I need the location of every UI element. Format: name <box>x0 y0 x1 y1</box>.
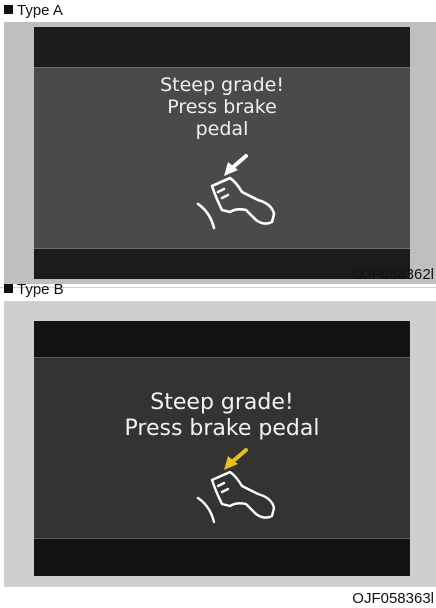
type-b-message: Steep grade! Press brake pedal <box>34 390 410 442</box>
type-a-figure-code: OJF058362l <box>352 266 434 283</box>
type-a-frame: Steep grade! Press brake pedal <box>4 22 436 284</box>
type-b-frame: Steep grade! Press brake pedal <box>4 301 436 587</box>
down-left-arrow-icon <box>224 448 248 470</box>
type-a-label: Type A <box>4 2 63 20</box>
message-line: pedal <box>195 118 249 140</box>
type-b-display: Steep grade! Press brake pedal <box>34 321 410 576</box>
type-b-label: Type B <box>4 281 64 299</box>
brake-pedal-foot-icon <box>196 154 276 230</box>
type-a-display: Steep grade! Press brake pedal <box>34 27 410 279</box>
message-line: Steep grade! <box>150 390 294 415</box>
type-b-figure-code: OJF058363l <box>352 590 434 607</box>
message-line: Press brake pedal <box>124 416 320 441</box>
message-line: Press brake <box>167 96 277 118</box>
type-b-message-area: Steep grade! Press brake pedal <box>34 357 410 539</box>
down-left-arrow-icon <box>224 154 248 176</box>
bullet-square-icon <box>4 284 13 293</box>
type-a-message: Steep grade! Press brake pedal <box>34 74 410 140</box>
type-a-message-area: Steep grade! Press brake pedal <box>34 67 410 249</box>
bullet-square-icon <box>4 5 13 14</box>
message-line: Steep grade! <box>160 74 284 96</box>
section-divider <box>0 287 436 288</box>
brake-pedal-foot-icon <box>196 448 276 524</box>
